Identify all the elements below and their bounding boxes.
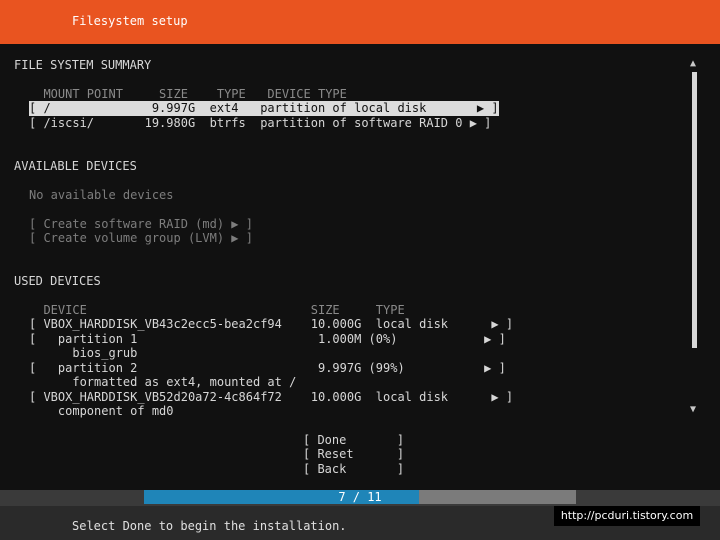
no-devices-text: No available devices xyxy=(29,188,174,202)
scrollbar-thumb[interactable] xyxy=(692,72,697,348)
watermark: http://pcduri.tistory.com xyxy=(554,506,700,526)
used-device-detail: component of md0 xyxy=(29,404,174,418)
back-button[interactable]: [ Back ] xyxy=(303,462,404,477)
filesystem-summary-columns: MOUNT POINT SIZE TYPE DEVICE TYPE xyxy=(29,87,347,101)
scroll-down-icon[interactable]: ▼ xyxy=(690,404,696,415)
mount-row-iscsi[interactable]: [ /iscsi/ 19.980G btrfs partition of sof… xyxy=(29,116,491,131)
create-lvm-button[interactable]: [ Create volume group (LVM) ▶ ] xyxy=(29,231,253,246)
header-bar: Filesystem setup xyxy=(0,0,720,44)
scroll-up-icon[interactable]: ▲ xyxy=(690,58,696,69)
used-device-detail: formatted as ext4, mounted at / xyxy=(29,375,297,389)
filesystem-summary-heading: FILE SYSTEM SUMMARY xyxy=(14,58,152,72)
done-button[interactable]: [ Done ] xyxy=(303,433,404,448)
used-devices-heading: USED DEVICES xyxy=(14,274,101,288)
page-title: Filesystem setup xyxy=(72,14,188,28)
used-device-row[interactable]: [ VBOX_HARDDISK_VB43c2ecc5-bea2cf94 10.0… xyxy=(29,317,513,332)
create-raid-button[interactable]: [ Create software RAID (md) ▶ ] xyxy=(29,217,253,232)
progress-text: 7 / 11 xyxy=(338,490,382,504)
used-device-detail: bios_grub xyxy=(29,346,138,360)
used-device-row[interactable]: [ partition 2 9.997G (99%) ▶ ] xyxy=(29,361,506,376)
footer-hint: Select Done to begin the installation. xyxy=(72,519,347,533)
mount-row-root[interactable]: [ / 9.997G ext4 partition of local disk … xyxy=(29,101,499,116)
used-devices-columns: DEVICE SIZE TYPE xyxy=(29,303,405,317)
available-devices-heading: AVAILABLE DEVICES xyxy=(14,159,137,173)
used-device-row[interactable]: [ partition 1 1.000M (0%) ▶ ] xyxy=(29,332,506,347)
used-device-row[interactable]: [ VBOX_HARDDISK_VB52d20a72-4c864f72 10.0… xyxy=(29,390,513,405)
reset-button[interactable]: [ Reset ] xyxy=(303,447,404,462)
